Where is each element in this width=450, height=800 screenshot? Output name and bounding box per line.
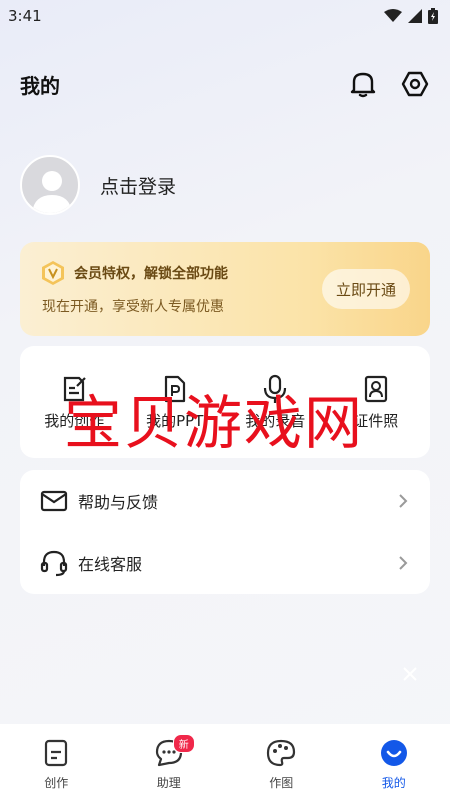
tool-my-ppt[interactable]: 我的PPT	[127, 374, 223, 431]
tab-create[interactable]: 创作	[16, 738, 96, 791]
page-title: 我的	[20, 73, 60, 98]
edit-doc-icon	[64, 376, 87, 401]
tool-id-photo[interactable]: 证件照	[328, 374, 424, 431]
new-badge: 新	[172, 734, 195, 753]
microphone-icon	[264, 374, 287, 403]
tab-label: 助理	[156, 776, 181, 790]
tab-draw[interactable]: 作图	[241, 738, 321, 791]
tool-label: 我的PPT	[146, 411, 204, 430]
vip-open-button[interactable]: 立即开通	[321, 269, 410, 309]
id-photo-icon	[364, 375, 387, 402]
notification-bell-icon[interactable]	[348, 69, 378, 99]
tools-card: 我的创作 我的PPT 我的录音 证件照	[20, 346, 430, 458]
menu-item-online-service[interactable]: 在线客服	[20, 532, 430, 594]
vip-title: 会员特权，解锁全部功能	[74, 266, 228, 282]
menu-label: 在线客服	[78, 555, 143, 574]
tab-label: 我的	[381, 776, 406, 790]
tool-my-creation[interactable]: 我的创作	[26, 374, 122, 431]
tool-label: 证件照	[353, 411, 399, 430]
tool-my-recording[interactable]: 我的录音	[227, 374, 323, 431]
status-time: 3:41	[8, 7, 42, 25]
mail-icon	[40, 487, 68, 515]
profile-login[interactable]: 点击登录	[20, 154, 176, 216]
headset-icon	[40, 549, 68, 577]
palette-icon	[267, 739, 296, 767]
profile-smile-icon	[380, 740, 407, 766]
battery-icon	[428, 8, 438, 24]
tab-label: 创作	[44, 776, 69, 790]
menu-label: 帮助与反馈	[78, 493, 159, 512]
tool-label: 我的创作	[44, 411, 105, 430]
wifi-icon	[384, 9, 402, 22]
chevron-right-icon	[399, 556, 408, 570]
status-icons	[384, 8, 438, 24]
vip-card[interactable]: 会员特权，解锁全部功能 现在开通，享受新人专属优惠 立即开通	[20, 242, 430, 336]
settings-hexagon-icon[interactable]	[400, 69, 430, 99]
ppt-file-icon	[164, 375, 185, 402]
header: 我的	[0, 62, 450, 106]
login-text[interactable]: 点击登录	[100, 172, 176, 199]
close-icon[interactable]	[400, 664, 420, 684]
tab-assistant[interactable]: 新 助理	[129, 734, 209, 791]
bottom-tab-bar: 创作 新 助理 作图 我的	[0, 724, 450, 800]
tool-label: 我的录音	[245, 411, 306, 430]
document-icon	[45, 739, 68, 767]
avatar[interactable]	[20, 155, 80, 215]
signal-icon	[408, 9, 422, 23]
status-bar: 3:41	[0, 0, 450, 32]
tab-mine[interactable]: 我的	[354, 738, 434, 791]
menu-item-help-feedback[interactable]: 帮助与反馈	[20, 470, 430, 532]
header-actions	[348, 69, 430, 99]
chevron-right-icon	[399, 494, 408, 508]
vip-crown-icon	[42, 261, 64, 285]
menu-card: 帮助与反馈 在线客服	[20, 470, 430, 594]
tab-label: 作图	[269, 776, 294, 790]
